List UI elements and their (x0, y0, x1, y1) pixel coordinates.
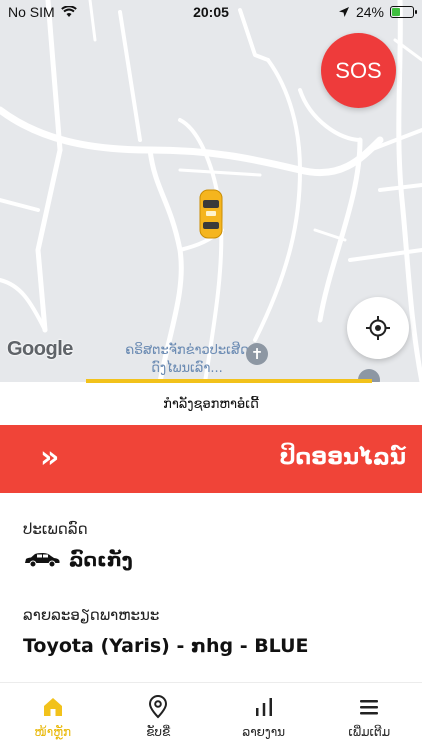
vehicle-type-value: ລົດເກັງ (23, 549, 133, 571)
bar-chart-icon (255, 698, 272, 716)
taxi-car-icon (199, 189, 223, 239)
status-bar: No SIM 20:05 24% (0, 0, 422, 24)
sos-button[interactable]: SOS (321, 33, 396, 108)
battery-percent: 24% (355, 4, 384, 20)
vehicle-info-panel: ປະເພດລົດ ລົດເກັງ ລາຍລະອຽດພາຫະນະ Toyota (… (0, 493, 422, 680)
searching-status: ກໍາລັງຊອກຫາອໍເດີ້ (0, 383, 422, 425)
church-poi-icon[interactable]: ✝ (246, 343, 268, 365)
map-pin-icon (149, 695, 168, 719)
google-logo: Google (7, 338, 73, 360)
vehicle-details-label: ລາຍລະອຽດພາຫະນະ (23, 606, 160, 624)
searching-text: ກໍາລັງຊອກຫາອໍເດີ້ (163, 396, 259, 412)
tab-drive[interactable]: ຂັບຂີ່ (106, 683, 212, 750)
tab-home[interactable]: ໜ້າຫຼັກ (0, 683, 106, 750)
tab-more[interactable]: ເພີ່ມເຕີມ (317, 683, 422, 750)
menu-icon (360, 700, 379, 715)
vehicle-details-value: Toyota (Yaris) - ກhg - BLUE (23, 635, 309, 657)
my-location-button[interactable] (347, 297, 409, 359)
tab-report-label: ລາຍງານ (242, 725, 286, 739)
tab-report[interactable]: ລາຍງານ (211, 683, 317, 750)
go-offline-button[interactable]: » ປິດອອນໄລນ໌ (0, 425, 422, 493)
poi-label: ຄຣິສຕະຈັກຂ່າວປະເສີດ ດົງໄພນເລົາ... (125, 343, 249, 376)
location-arrow-icon (338, 7, 349, 17)
tab-home-label: ໜ້າຫຼັກ (34, 725, 72, 739)
bottom-tab-bar: ໜ້າຫຼັກ ຂັບຂີ່ ລາຍງານ ເພີ່ມເຕີມ (0, 682, 422, 750)
tab-drive-label: ຂັບຂີ່ (146, 725, 171, 739)
vehicle-type-label: ປະເພດລົດ (23, 520, 88, 538)
home-icon (43, 698, 62, 716)
map-view[interactable]: ຄຣິສຕະຈັກຂ່າວປະເສີດ ດົງໄພນເລົາ... ✝ Goog… (0, 0, 422, 382)
tab-more-label: ເພີ່ມເຕີມ (348, 725, 391, 739)
sedan-car-icon (25, 553, 60, 568)
double-chevron-right-icon: » (40, 440, 59, 475)
go-offline-label: ປິດອອນໄລນ໌ (279, 445, 406, 470)
battery-icon (390, 6, 417, 18)
crosshair-icon (366, 316, 390, 340)
